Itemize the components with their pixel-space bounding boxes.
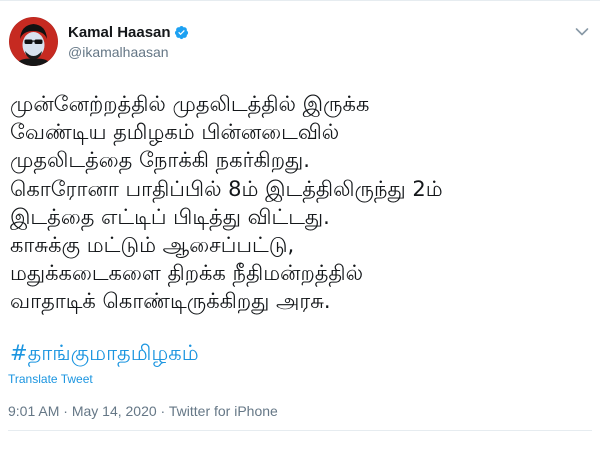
avatar-portrait-icon xyxy=(9,17,58,66)
tweet-text: முன்னேற்றத்தில் முதலிடத்தில் இருக்க வேண்… xyxy=(10,92,443,314)
tweet-date[interactable]: May 14, 2020 xyxy=(72,403,157,419)
hashtag-link[interactable]: #தாங்குமாதமிழகம் xyxy=(10,339,199,367)
meta-separator: · xyxy=(156,403,169,419)
tweet-card: Kamal Haasan @ikamalhaasan முன்னேற்றத்தி… xyxy=(0,0,600,450)
author-handle[interactable]: @ikamalhaasan xyxy=(68,43,189,61)
author-name[interactable]: Kamal Haasan xyxy=(68,24,171,42)
tweet-time[interactable]: 9:01 AM xyxy=(8,403,59,419)
divider xyxy=(8,430,592,431)
avatar[interactable] xyxy=(9,17,58,66)
chevron-down-icon[interactable] xyxy=(575,27,589,37)
tweet-source[interactable]: Twitter for iPhone xyxy=(169,403,278,419)
translate-tweet-link[interactable]: Translate Tweet xyxy=(8,372,93,386)
verified-badge-icon xyxy=(174,25,188,40)
tweet-metadata: 9:01 AM · May 14, 2020 · Twitter for iPh… xyxy=(8,403,278,419)
meta-separator: · xyxy=(59,403,72,419)
author-block[interactable]: Kamal Haasan @ikamalhaasan xyxy=(68,22,189,61)
